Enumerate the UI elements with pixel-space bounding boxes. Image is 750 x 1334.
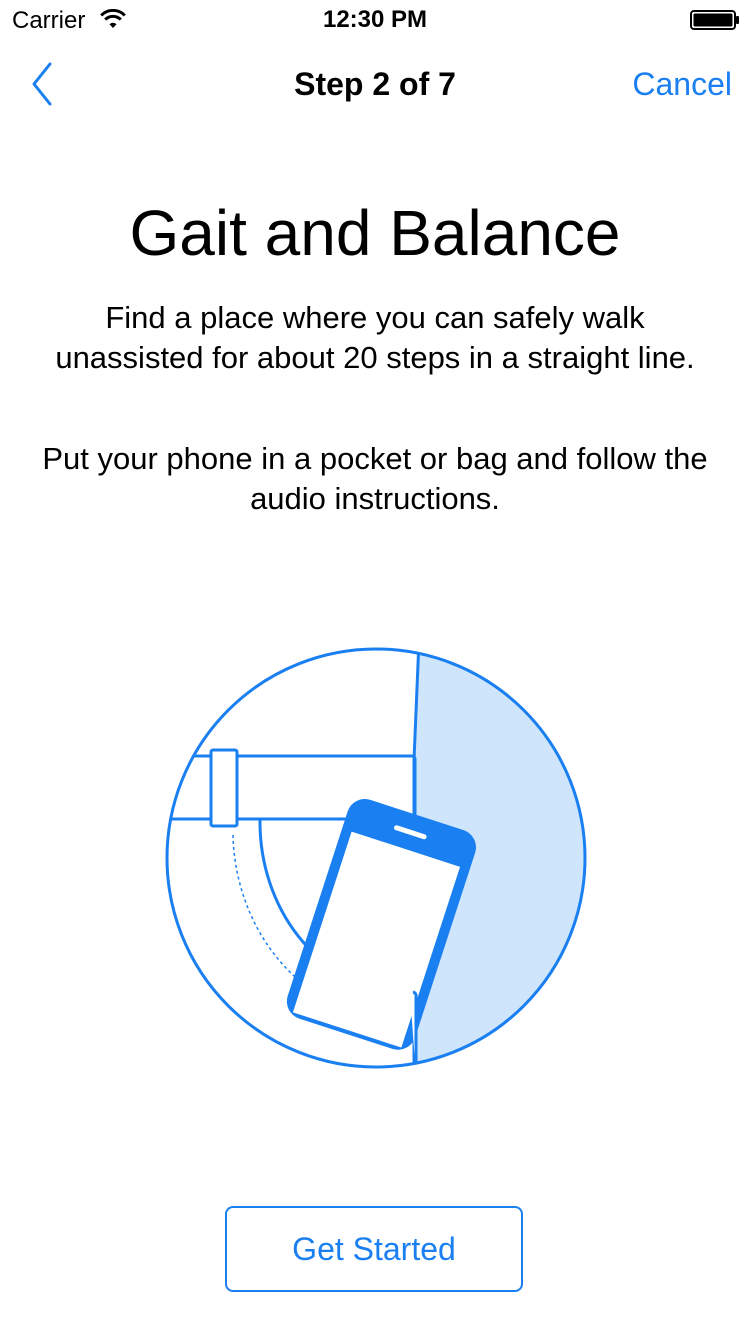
status-time: 12:30 PM bbox=[322, 6, 428, 33]
battery-icon bbox=[690, 10, 739, 30]
navigation-bar: Step 2 of 7 Cancel bbox=[0, 40, 750, 128]
instruction-text-phone: Put your phone in a pocket or bag and fo… bbox=[42, 441, 708, 516]
get-started-button[interactable]: Get Started bbox=[225, 1206, 523, 1292]
cancel-button[interactable]: Cancel bbox=[632, 64, 732, 104]
instruction-text-walk: Find a place where you can safely walk u… bbox=[55, 300, 695, 375]
status-bar: Carrier 12:30 PM bbox=[0, 0, 750, 40]
phone-in-pocket-illustration bbox=[165, 647, 587, 1069]
page-title: Gait and Balance bbox=[129, 197, 621, 269]
